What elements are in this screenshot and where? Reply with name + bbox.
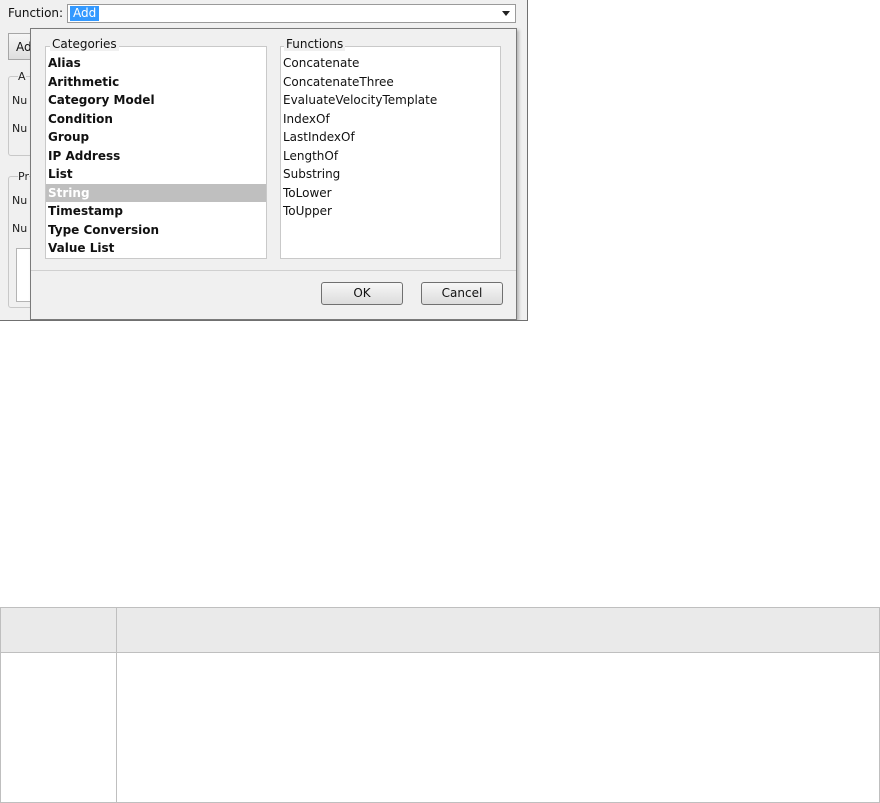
category-item[interactable]: String <box>46 183 266 202</box>
category-item[interactable]: Arithmetic <box>46 73 266 92</box>
function-item[interactable]: IndexOf <box>281 110 500 129</box>
table-header <box>1 608 879 653</box>
function-row: Function: Add <box>0 0 527 30</box>
category-item[interactable]: Condition <box>46 110 266 129</box>
functions-list[interactable]: Concatenate ConcatenateThree EvaluateVeloc… <box>280 46 501 259</box>
chevron-down-icon[interactable] <box>502 11 510 16</box>
background-row-3: Nu <box>12 194 28 207</box>
function-item[interactable]: Substring <box>281 165 500 184</box>
function-picker-dialog: Alias Arithmetic Category Model Condition Gr… <box>30 28 517 320</box>
background-row-2: Nu <box>12 122 28 135</box>
category-item[interactable]: Group <box>46 128 266 147</box>
category-item[interactable]: Timestamp <box>46 202 266 221</box>
ok-button[interactable]: OK <box>321 282 403 305</box>
document-table <box>0 607 880 803</box>
category-item[interactable]: Value List <box>46 239 266 258</box>
categories-items: Alias Arithmetic Category Model Condition Gr… <box>46 47 266 258</box>
screenshot: Function: Add Ad A Nu Nu Pr Nu Nu Alias A… <box>0 0 528 321</box>
functions-items: Concatenate ConcatenateThree EvaluateVeloc… <box>281 47 500 221</box>
function-item[interactable]: ToLower <box>281 184 500 203</box>
function-label: Function: <box>8 6 64 20</box>
functions-title: Functions <box>284 37 346 51</box>
cancel-button[interactable]: Cancel <box>421 282 503 305</box>
function-select-value: Add <box>70 6 100 21</box>
category-item[interactable]: Category Model <box>46 91 266 110</box>
function-select[interactable]: Add <box>67 4 516 23</box>
background-group-1-label: A <box>18 70 26 83</box>
categories-list[interactable]: Alias Arithmetic Category Model Condition Gr… <box>45 46 267 259</box>
function-item[interactable]: LastIndexOf <box>281 128 500 147</box>
function-item[interactable]: Concatenate <box>281 54 500 73</box>
category-item[interactable]: List <box>46 165 266 184</box>
category-item[interactable]: IP Address <box>46 147 266 166</box>
function-item[interactable]: ToUpper <box>281 202 500 221</box>
table-column-divider <box>116 608 117 802</box>
background-row-4: Nu <box>12 222 28 235</box>
dialog-separator <box>31 270 516 271</box>
category-item[interactable]: Alias <box>46 54 266 73</box>
function-item[interactable]: ConcatenateThree <box>281 73 500 92</box>
background-group-2-label: Pr <box>18 170 29 183</box>
background-row-1: Nu <box>12 94 28 107</box>
function-item[interactable]: EvaluateVelocityTemplate <box>281 91 500 110</box>
categories-title: Categories <box>50 37 119 51</box>
category-item[interactable]: Type Conversion <box>46 221 266 240</box>
function-item[interactable]: LengthOf <box>281 147 500 166</box>
